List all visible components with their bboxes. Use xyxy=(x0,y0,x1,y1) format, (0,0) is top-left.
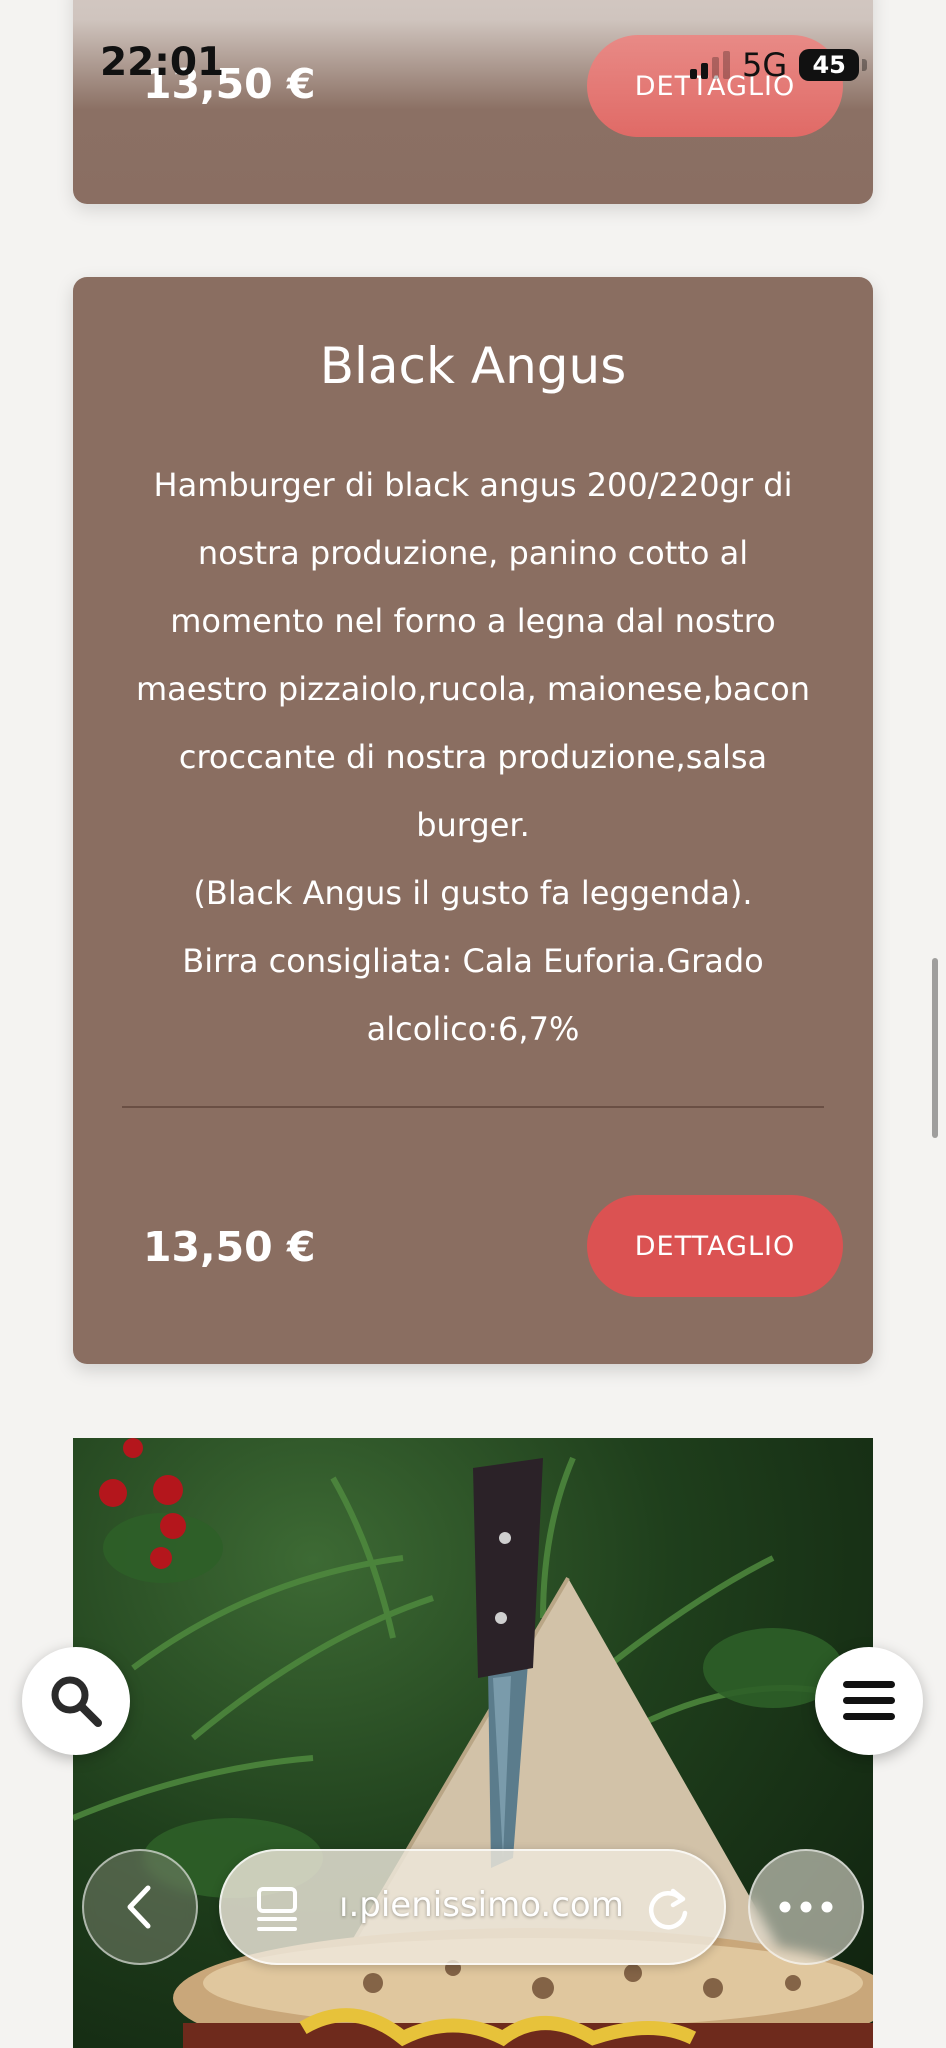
more-button[interactable] xyxy=(748,1849,864,1965)
product-description: Hamburger di black angus 200/220gr di no… xyxy=(136,466,810,1048)
network-type: 5G xyxy=(742,46,788,84)
search-button[interactable] xyxy=(22,1647,130,1755)
product-card: Black Angus Hamburger di black angus 200… xyxy=(73,277,873,1364)
signal-icon xyxy=(690,51,730,79)
menu-button[interactable] xyxy=(815,1647,923,1755)
ellipsis-icon xyxy=(779,1901,833,1913)
url-text[interactable]: ı.pienissimo.com xyxy=(339,1885,624,1925)
status-time: 22:01 xyxy=(100,40,225,85)
reload-icon[interactable] xyxy=(645,1885,691,1933)
page-scrollbar[interactable] xyxy=(932,958,938,1138)
hamburger-menu-icon xyxy=(843,1681,895,1720)
battery-icon: 45 xyxy=(799,49,860,81)
previous-product-card: 13,50 € DETTAGLIO xyxy=(73,0,873,204)
address-bar[interactable]: ı.pienissimo.com xyxy=(219,1849,726,1965)
product-price: 13,50 € xyxy=(143,1223,316,1271)
back-button[interactable] xyxy=(82,1849,198,1965)
card-divider xyxy=(122,1106,824,1108)
product-title: Black Angus xyxy=(319,337,627,395)
battery-tip xyxy=(862,59,868,71)
search-icon xyxy=(51,1676,102,1727)
status-indicators: 5G 45 xyxy=(690,46,868,84)
detail-button[interactable]: DETTAGLIO xyxy=(587,1195,843,1297)
tabs-icon[interactable] xyxy=(255,1885,299,1933)
chevron-left-icon xyxy=(127,1885,151,1929)
